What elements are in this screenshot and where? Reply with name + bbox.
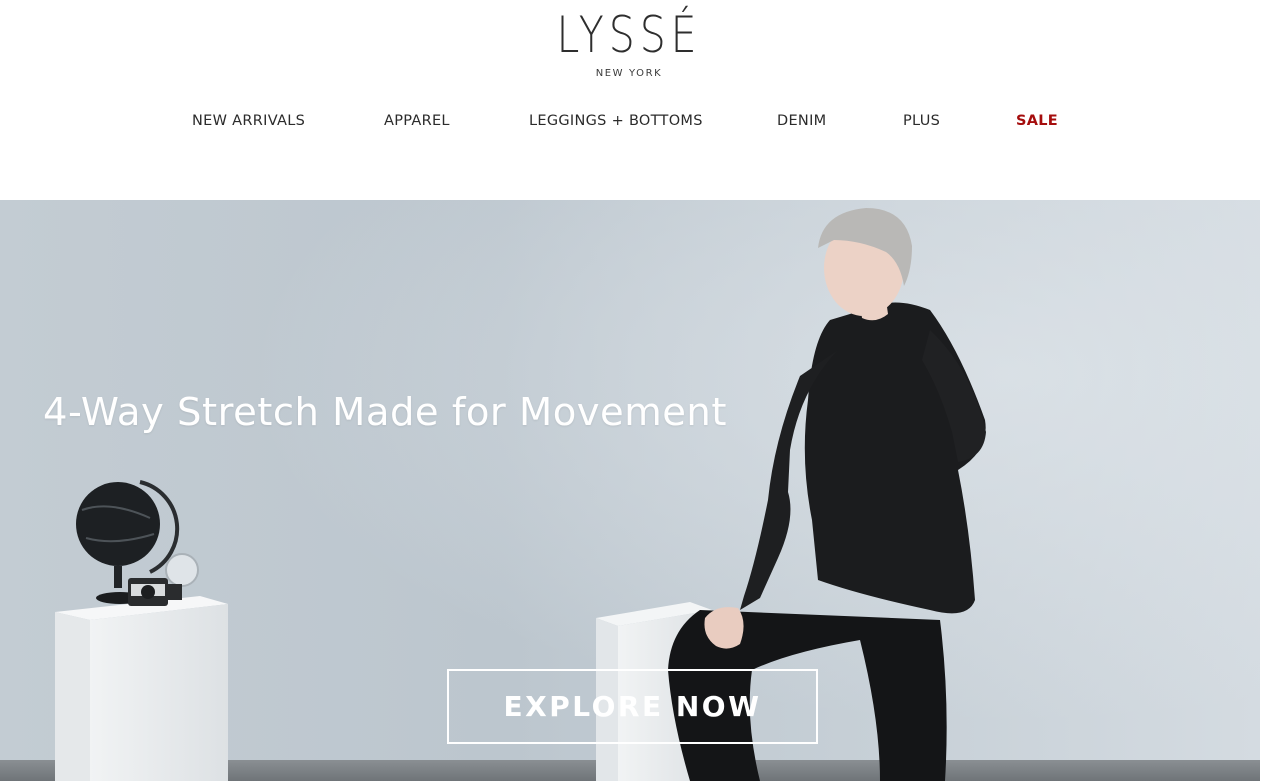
nav-denim[interactable]: DENIM [777,110,826,132]
logo-wordmark: LYSSÉ [556,6,702,64]
nav-leggings-bottoms[interactable]: LEGGINGS + BOTTOMS [529,110,703,132]
nav-new-arrivals[interactable]: NEW ARRIVALS [192,110,305,132]
brand-logo[interactable]: LYSSÉ NEW YORK [529,4,729,84]
explore-now-button[interactable]: EXPLORE NOW [447,669,818,744]
left-pedestal [55,596,228,781]
nav-sale[interactable]: SALE [1016,110,1058,132]
nav-apparel[interactable]: APPAREL [384,110,450,132]
site-header: LYSSÉ NEW YORK NEW ARRIVALS APPAREL LEGG… [0,0,1261,200]
logo-location: NEW YORK [595,68,663,79]
hero-banner: 4-Way Stretch Made for Movement EXPLORE … [0,200,1260,781]
main-navigation: NEW ARRIVALS APPAREL LEGGINGS + BOTTOMS … [0,110,1261,132]
hero-headline: 4-Way Stretch Made for Movement [43,390,727,435]
nav-plus[interactable]: PLUS [903,110,940,132]
